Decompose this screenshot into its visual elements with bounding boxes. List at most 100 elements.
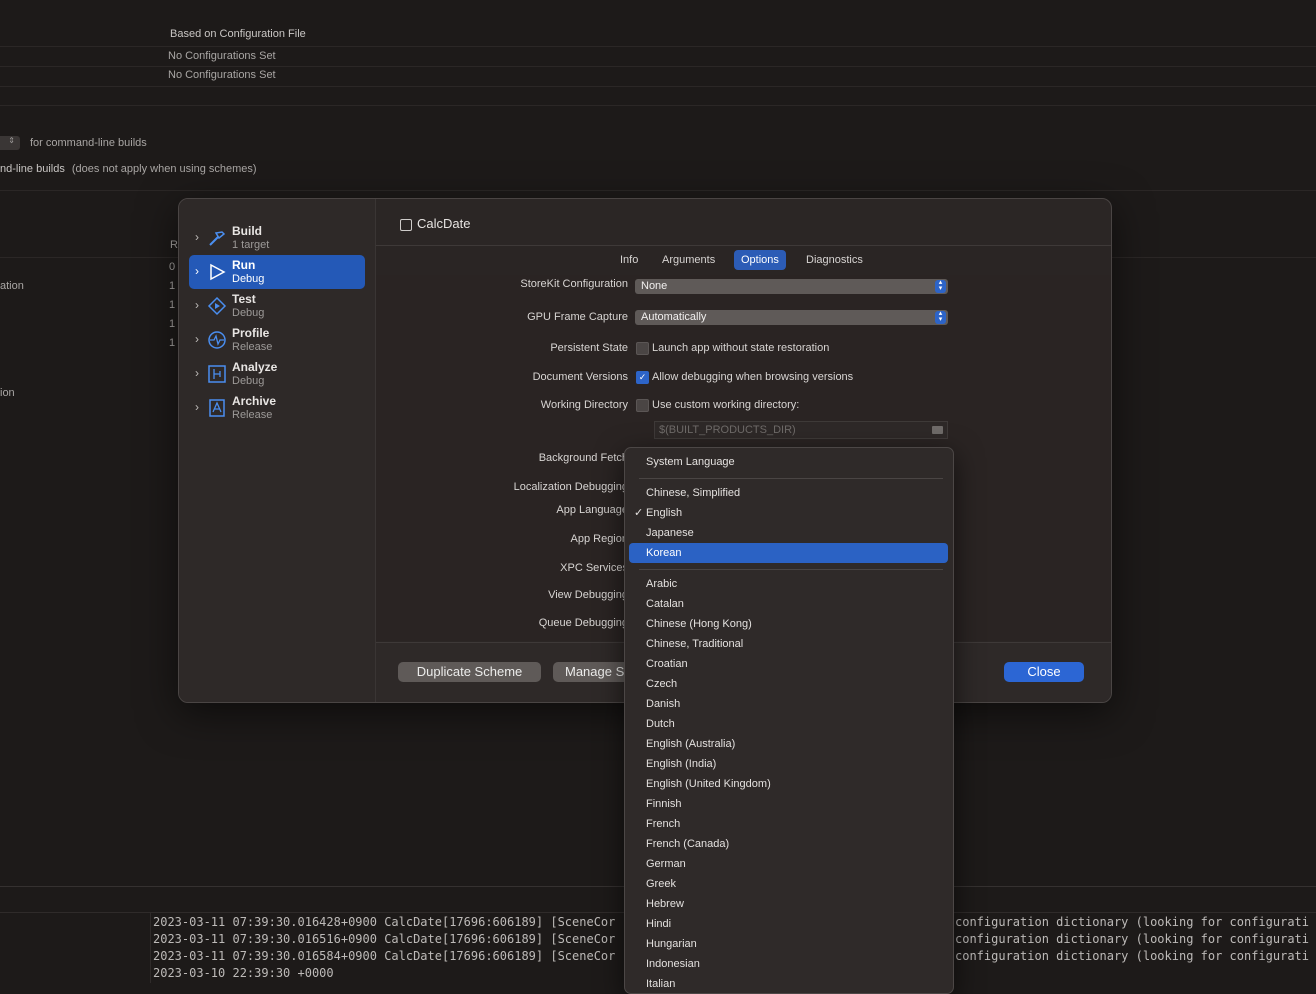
row-value: 1 [169,318,176,330]
sidebar-item-archive[interactable]: › Archive Release [189,391,365,425]
menu-item-language[interactable]: Croatian [629,654,948,674]
divider [0,190,1316,191]
cmdline-label: for command-line builds [30,137,147,149]
tab-info[interactable]: Info [613,250,645,270]
console-line-tail: configuration dictionary (looking for co… [955,949,1310,963]
menu-item-language[interactable]: Chinese (Hong Kong) [629,614,948,634]
cmdline-builds-label: nd-line builds (does not apply when usin… [0,163,257,175]
menu-item-language[interactable]: Greek [629,874,948,894]
menu-item-language[interactable]: English (India) [629,754,948,774]
tab-arguments[interactable]: Arguments [655,250,722,270]
working-directory-text: Use custom working directory: [652,399,800,411]
menu-item-language[interactable]: French (Canada) [629,834,948,854]
folder-icon[interactable] [932,426,943,434]
working-directory-field[interactable]: $(BUILT_PRODUCTS_DIR) [654,421,948,439]
menu-item-language[interactable]: Chinese, Traditional [629,634,948,654]
menu-item-language[interactable]: Korean [629,543,948,563]
menu-item-language[interactable]: Japanese [629,523,948,543]
sidebar-item-build[interactable]: › Build 1 target [189,221,365,255]
menu-item-language[interactable]: Czech [629,674,948,694]
archive-icon [209,399,225,417]
divider [0,66,1316,67]
xpc-services-label: XPC Services [560,562,628,574]
menu-item-language[interactable]: German [629,854,948,874]
working-directory-checkbox[interactable] [636,399,649,412]
analyze-icon [208,365,226,383]
action-subtitle: Release [232,409,273,421]
cut-label: ion [0,387,15,399]
chevron-right-icon[interactable]: › [195,332,199,346]
action-title: Archive [232,394,277,408]
console-line-tail: configuration dictionary (looking for co… [955,915,1310,929]
menu-item-language[interactable]: Italian [629,974,948,993]
chevron-right-icon[interactable]: › [195,298,199,312]
play-icon [210,263,226,281]
sidebar-item-analyze[interactable]: › Analyze Debug [189,357,365,391]
menu-item-language[interactable]: Hungarian [629,934,948,954]
menu-item-language[interactable]: Hindi [629,914,948,934]
menu-item-system-language[interactable]: System Language [629,452,948,472]
action-title: Profile [232,326,270,340]
storekit-label: StoreKit Configuration [520,278,628,290]
chevron-right-icon[interactable]: › [195,230,199,244]
console-line: 2023-03-11 07:39:30.016584+0900 CalcDate… [153,949,616,963]
action-title: Build [232,224,262,238]
app-language-label: App Language [556,504,628,516]
sidebar-item-run[interactable]: › Run Debug [189,255,365,289]
stepper-icon: ⇕ [8,136,15,145]
menu-separator [639,478,943,479]
menu-item-language[interactable]: Chinese, Simplified [629,483,948,503]
cut-label: ation [0,280,24,292]
instruments-icon [208,331,226,349]
duplicate-scheme-button[interactable]: Duplicate Scheme [398,662,541,682]
scheme-title: CalcDate [417,216,471,231]
chevron-right-icon[interactable]: › [195,264,199,278]
storekit-popup[interactable]: None ▴ ▾ [635,279,948,294]
document-versions-checkbox[interactable]: ✓ [636,371,649,384]
working-directory-label: Working Directory [540,399,628,411]
app-language-menu: System Language Chinese, Simplified ✓ Eng… [624,447,954,994]
row-value: 1 [169,337,176,349]
localization-debugging-label: Localization Debugging [513,481,628,493]
action-subtitle: Debug [232,273,265,285]
tab-options[interactable]: Options [734,250,786,270]
menu-item-language[interactable]: French [629,814,948,834]
close-button[interactable]: Close [1004,662,1084,682]
menu-item-language[interactable]: English (Australia) [629,734,948,754]
divider [0,86,1316,87]
menu-separator [639,569,943,570]
row-value: 1 [169,280,176,292]
document-versions-label: Document Versions [532,371,628,383]
config-row-1[interactable]: No Configurations Set [168,50,276,62]
app-region-label: App Region [570,533,629,545]
document-versions-text: Allow debugging when browsing versions [652,371,854,383]
menu-item-language[interactable]: Dutch [629,714,948,734]
action-subtitle: Release [232,341,273,353]
gpu-frame-capture-popup[interactable]: Automatically ▴ ▾ [635,310,948,325]
config-row-2[interactable]: No Configurations Set [168,69,276,81]
menu-item-language[interactable]: English (United Kingdom) [629,774,948,794]
divider [0,46,1316,47]
menu-item-language[interactable]: Indonesian [629,954,948,974]
menu-item-language[interactable]: Hebrew [629,894,948,914]
sidebar-item-profile[interactable]: › Profile Release [189,323,365,357]
checkmark-icon: ✓ [638,372,647,382]
chevron-right-icon[interactable]: › [195,400,199,414]
tab-diagnostics[interactable]: Diagnostics [799,250,870,270]
console-line: 2023-03-10 22:39:30 +0000 [153,966,334,980]
action-title: Run [232,258,256,272]
menu-item-language[interactable]: Finnish [629,794,948,814]
menu-item-language[interactable]: Catalan [629,594,948,614]
action-subtitle: 1 target [232,239,270,251]
menu-item-language[interactable]: ✓ English [629,503,948,523]
row-value: 0 [169,261,176,273]
cmdline-config-popup[interactable]: ⇕ [0,136,20,150]
background-fetch-label: Background Fetch [538,452,628,464]
menu-item-language[interactable]: Danish [629,694,948,714]
gpu-frame-capture-label: GPU Frame Capture [527,311,628,323]
persistent-state-label: Persistent State [550,342,628,354]
persistent-state-checkbox[interactable] [636,342,649,355]
sidebar-item-test[interactable]: › Test Debug [189,289,365,323]
chevron-right-icon[interactable]: › [195,366,199,380]
menu-item-language[interactable]: Arabic [629,574,948,594]
